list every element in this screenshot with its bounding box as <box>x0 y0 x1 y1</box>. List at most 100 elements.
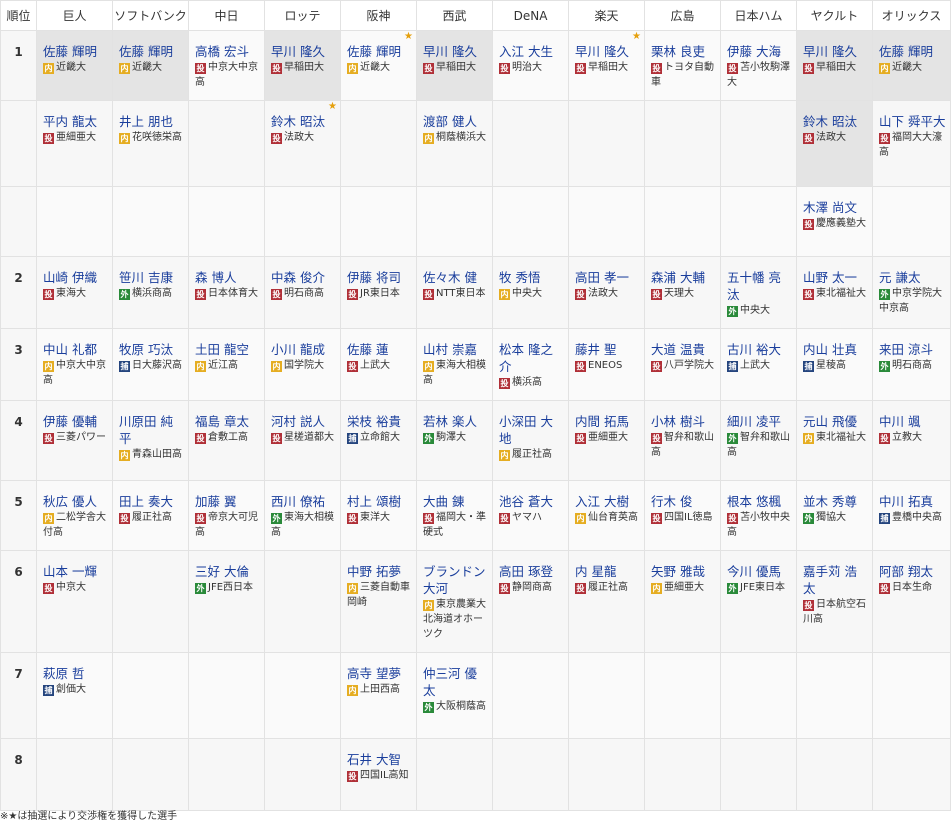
player-meta: 投早稲田大 <box>803 60 868 75</box>
player-school: 早稲田大 <box>816 62 856 73</box>
player-name-link[interactable]: 中森 俊介 <box>271 269 336 286</box>
player-name-link[interactable]: 西川 僚祐 <box>271 493 336 510</box>
player-name-link[interactable]: 小深田 大地 <box>499 413 564 447</box>
player-name-link[interactable]: 山下 舜平大 <box>879 113 946 130</box>
player-name-link[interactable]: 萩原 哲 <box>43 665 108 682</box>
player-name-link[interactable]: 高橋 宏斗 <box>195 43 260 60</box>
player-name-link[interactable]: 若林 楽人 <box>423 413 488 430</box>
player-name-link[interactable]: 秋広 優人 <box>43 493 108 510</box>
lottery-star-icon: ★ <box>328 101 337 113</box>
position-badge: 内 <box>195 361 206 372</box>
position-badge: 内 <box>119 63 130 74</box>
player-name-link[interactable]: 入江 大樹 <box>575 493 640 510</box>
player-name-link[interactable]: 鈴木 昭汰 <box>271 113 336 130</box>
player-name-link[interactable]: 福島 章太 <box>195 413 260 430</box>
player-name-link[interactable]: 河村 説人 <box>271 413 336 430</box>
player-name-link[interactable]: 土田 龍空 <box>195 341 260 358</box>
player-name-link[interactable]: 内 星龍 <box>575 563 640 580</box>
player-name-link[interactable]: 山崎 伊織 <box>43 269 108 286</box>
player-name-link[interactable]: 今川 優馬 <box>727 563 792 580</box>
player-name-link[interactable]: 古川 裕大 <box>727 341 792 358</box>
player-name-link[interactable]: 元 謙太 <box>879 269 946 286</box>
player-name-link[interactable]: 佐藤 輝明 <box>43 43 108 60</box>
player-entry: 佐藤 輝明内近畿大 <box>119 43 184 75</box>
player-meta: 投中京大 <box>43 580 108 595</box>
player-name-link[interactable]: 牧 秀悟 <box>499 269 564 286</box>
player-name-link[interactable]: 佐々木 健 <box>423 269 488 286</box>
player-name-link[interactable]: 入江 大生 <box>499 43 564 60</box>
player-name-link[interactable]: 中川 颯 <box>879 413 946 430</box>
player-school: 横浜高 <box>512 377 542 388</box>
player-name-link[interactable]: 川原田 純平 <box>119 413 184 447</box>
player-name-link[interactable]: 行木 俊 <box>651 493 716 510</box>
player-name-link[interactable]: 森浦 大輔 <box>651 269 716 286</box>
player-name-link[interactable]: 佐藤 輝明 <box>347 43 412 60</box>
player-name-link[interactable]: 鈴木 昭汰 <box>803 113 868 130</box>
player-name-link[interactable]: 森 博人 <box>195 269 260 286</box>
player-name-link[interactable]: 内山 壮真 <box>803 341 868 358</box>
player-name-link[interactable]: 松本 隆之介 <box>499 341 564 375</box>
player-name-link[interactable]: 栗林 良吏 <box>651 43 716 60</box>
player-entry: 高田 琢登投静岡商高 <box>499 563 564 595</box>
player-meta: 投三菱パワー <box>43 430 108 445</box>
pick-cell: ★ 早川 隆久投早稲田大 <box>568 30 645 101</box>
player-name-link[interactable]: 池谷 蒼大 <box>499 493 564 510</box>
player-name-link[interactable]: 内間 拓馬 <box>575 413 640 430</box>
player-name-link[interactable]: 山村 崇嘉 <box>423 341 488 358</box>
player-name-link[interactable]: 来田 涼斗 <box>879 341 946 358</box>
player-entry: 山野 太一投東北福祉大 <box>803 269 868 301</box>
player-meta: 内東京農業大北海道オホーツク <box>423 597 488 642</box>
player-name-link[interactable]: 大道 温貴 <box>651 341 716 358</box>
player-name-link[interactable]: 元山 飛優 <box>803 413 868 430</box>
player-name-link[interactable]: 中山 礼都 <box>43 341 108 358</box>
player-name-link[interactable]: 小川 龍成 <box>271 341 336 358</box>
player-name-link[interactable]: 田上 奏大 <box>119 493 184 510</box>
player-name-link[interactable]: 伊藤 大海 <box>727 43 792 60</box>
player-name-link[interactable]: 山本 一輝 <box>43 563 108 580</box>
player-name-link[interactable]: 早川 隆久 <box>423 43 488 60</box>
player-name-link[interactable]: 山野 太一 <box>803 269 868 286</box>
player-name-link[interactable]: 中野 拓夢 <box>347 563 412 580</box>
player-name-link[interactable]: 高寺 望夢 <box>347 665 412 682</box>
player-name-link[interactable]: 根本 悠楓 <box>727 493 792 510</box>
player-school: JFE東日本 <box>740 582 786 593</box>
player-name-link[interactable]: 小林 樹斗 <box>651 413 716 430</box>
pick-cell <box>872 738 951 811</box>
player-name-link[interactable]: 矢野 雅哉 <box>651 563 716 580</box>
player-name-link[interactable]: 早川 隆久 <box>803 43 868 60</box>
player-name-link[interactable]: 佐藤 輝明 <box>119 43 184 60</box>
player-meta: 投福岡大大濠高 <box>879 130 946 160</box>
position-badge: 投 <box>575 583 586 594</box>
player-name-link[interactable]: 伊藤 優輔 <box>43 413 108 430</box>
player-name-link[interactable]: 早川 隆久 <box>271 43 336 60</box>
player-name-link[interactable]: 仲三河 優太 <box>423 665 488 699</box>
player-name-link[interactable]: 佐藤 蓮 <box>347 341 412 358</box>
player-name-link[interactable]: 中川 拓真 <box>879 493 946 510</box>
player-name-link[interactable]: ブランドン 大河 <box>423 563 488 597</box>
player-name-link[interactable]: 三好 大倫 <box>195 563 260 580</box>
player-name-link[interactable]: 細川 凌平 <box>727 413 792 430</box>
player-name-link[interactable]: 阿部 翔太 <box>879 563 946 580</box>
player-name-link[interactable]: 栄枝 裕貴 <box>347 413 412 430</box>
player-name-link[interactable]: 高田 琢登 <box>499 563 564 580</box>
player-name-link[interactable]: 嘉手苅 浩太 <box>803 563 868 597</box>
player-name-link[interactable]: 早川 隆久 <box>575 43 640 60</box>
player-name-link[interactable]: 大曲 錬 <box>423 493 488 510</box>
player-name-link[interactable]: 並木 秀尊 <box>803 493 868 510</box>
player-name-link[interactable]: 渡部 健人 <box>423 113 488 130</box>
player-name-link[interactable]: 加藤 翼 <box>195 493 260 510</box>
player-name-link[interactable]: 五十幡 亮汰 <box>727 269 792 303</box>
player-name-link[interactable]: 笹川 吉康 <box>119 269 184 286</box>
pick-cell <box>416 186 493 257</box>
player-name-link[interactable]: 佐藤 輝明 <box>879 43 946 60</box>
player-entry: ブランドン 大河内東京農業大北海道オホーツク <box>423 563 488 642</box>
player-name-link[interactable]: 井上 朋也 <box>119 113 184 130</box>
player-name-link[interactable]: 木澤 尚文 <box>803 199 868 216</box>
player-name-link[interactable]: 伊藤 将司 <box>347 269 412 286</box>
player-name-link[interactable]: 藤井 聖 <box>575 341 640 358</box>
player-name-link[interactable]: 村上 頌樹 <box>347 493 412 510</box>
player-name-link[interactable]: 石井 大智 <box>347 751 412 768</box>
player-name-link[interactable]: 牧原 巧汰 <box>119 341 184 358</box>
player-name-link[interactable]: 高田 孝一 <box>575 269 640 286</box>
player-name-link[interactable]: 平内 龍太 <box>43 113 108 130</box>
